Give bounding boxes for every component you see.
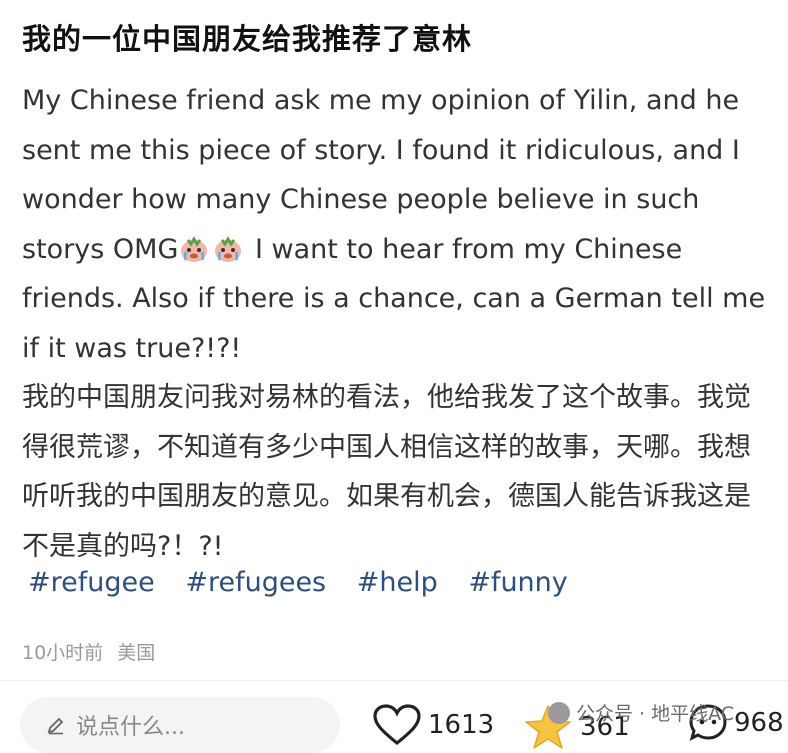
like-button[interactable]: 1613 (372, 703, 494, 747)
watermark-text: 公众号 · 地平线AC (576, 703, 735, 725)
post-location: 美国 (117, 642, 156, 664)
crying-face-emoji-icon (178, 230, 210, 262)
like-count: 1613 (428, 710, 495, 740)
pencil-icon (47, 717, 64, 735)
hashtag-refugees[interactable]: #refugees (185, 567, 326, 598)
post-body-chinese: 我的中国朋友问我对易林的看法，他给我发了这个故事。我觉得很荒谬，不知道有多少中国… (22, 382, 751, 562)
post-body-english: My Chinese friend ask me my opinion of Y… (22, 76, 772, 373)
hashtag-help[interactable]: #help (357, 567, 438, 598)
comment-placeholder: 说点什么... (76, 715, 185, 740)
crying-face-emoji-icon (212, 230, 244, 262)
post-meta: 10小时前 美国 (22, 638, 163, 665)
post-time: 10小时前 (22, 642, 104, 664)
comment-count: 968 (734, 708, 784, 738)
hashtag-refugee[interactable]: #refugee (28, 567, 155, 598)
heart-icon (373, 704, 421, 746)
comment-input[interactable]: 说点什么... (20, 697, 340, 753)
post-body: My Chinese friend ask me my opinion of Y… (22, 76, 772, 571)
watermark: 公众号 · 地平线AC (548, 699, 734, 726)
hashtag-funny[interactable]: #funny (468, 567, 567, 598)
wechat-account-icon (548, 701, 570, 724)
hashtag-list: #refugee #refugees #help #funny (28, 567, 590, 598)
post-footer: 说点什么... 1613 361 968 公众号 · 地平线AC (0, 680, 788, 753)
post-title: 我的一位中国朋友给我推荐了意林 (22, 22, 473, 56)
